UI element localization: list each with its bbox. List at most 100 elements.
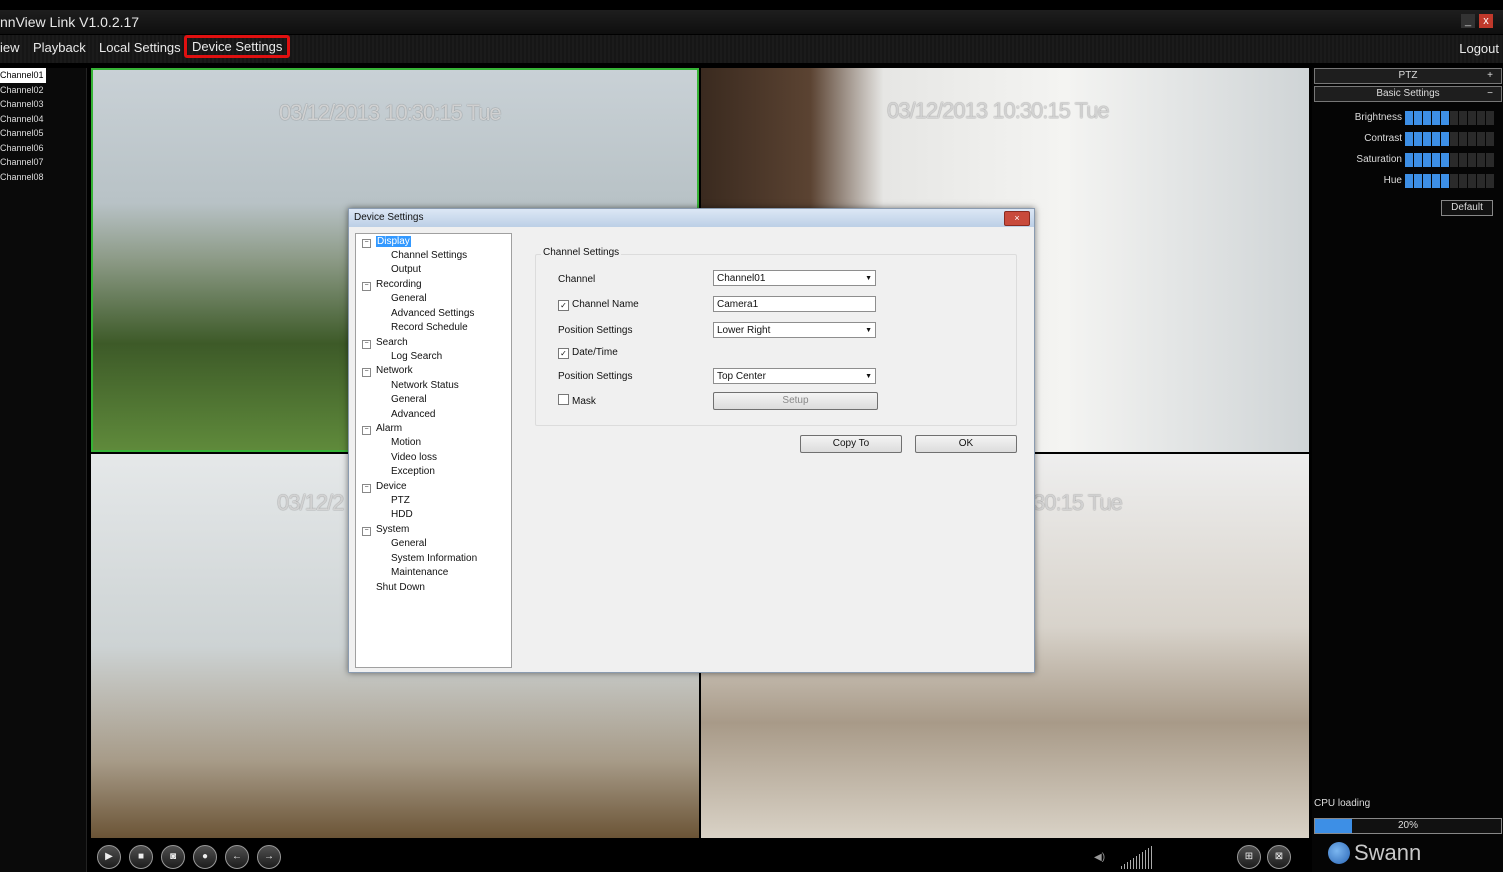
default-button[interactable]: Default <box>1441 200 1493 216</box>
slider-label: Saturation <box>1356 154 1402 165</box>
slider-segment <box>1405 111 1413 125</box>
tree-node-network[interactable]: − Network <box>362 365 413 377</box>
channel-item[interactable]: Channel02 <box>0 83 86 98</box>
fullscreen-icon[interactable]: ⊠ <box>1267 845 1291 869</box>
dialog-close-button[interactable]: × <box>1004 211 1030 226</box>
tree-node-network-general[interactable]: General <box>391 394 427 405</box>
slider-segment <box>1486 132 1494 146</box>
slider-segment <box>1450 111 1458 125</box>
mask-checkbox[interactable] <box>558 394 569 405</box>
chevron-down-icon: ▼ <box>865 373 872 380</box>
slider-label: Hue <box>1383 175 1402 186</box>
next-icon[interactable]: → <box>257 845 281 869</box>
slider-segment <box>1414 153 1422 167</box>
tree-node-log-search[interactable]: Log Search <box>391 351 442 362</box>
slider-segment <box>1423 174 1431 188</box>
tree-node-channel-settings[interactable]: Channel Settings <box>391 250 467 261</box>
channel-item[interactable]: Channel07 <box>0 155 86 170</box>
play-icon[interactable]: ▶ <box>97 845 121 869</box>
menu-device-settings[interactable]: Device Settings <box>184 35 291 58</box>
name-position-select[interactable]: Lower Right ▼ <box>713 322 876 338</box>
tree-node-maintenance[interactable]: Maintenance <box>391 567 448 578</box>
channel-item[interactable]: Channel04 <box>0 112 86 127</box>
brightness-slider-row: Brightness <box>1312 111 1503 125</box>
channel-item[interactable]: Channel03 <box>0 97 86 112</box>
tree-node-system-information[interactable]: System Information <box>391 553 477 564</box>
tree-node-video-loss[interactable]: Video loss <box>391 452 437 463</box>
datetime-checkbox-row[interactable]: ✓ Date/Time <box>558 347 618 359</box>
slider-segment <box>1405 132 1413 146</box>
tree-node-output[interactable]: Output <box>391 264 421 275</box>
slider-segment <box>1477 174 1485 188</box>
collapse-icon[interactable]: − <box>1487 87 1493 101</box>
menu-playback[interactable]: Playback <box>33 40 86 55</box>
cpu-loading-label: CPU loading <box>1314 798 1371 809</box>
tree-node-hdd[interactable]: HDD <box>391 509 413 520</box>
slider-segment <box>1450 132 1458 146</box>
slider-segment <box>1468 111 1476 125</box>
tree-node-recording[interactable]: − Recording <box>362 279 422 291</box>
close-window-button[interactable]: x <box>1479 14 1493 28</box>
slider-segment <box>1423 153 1431 167</box>
copy-to-button[interactable]: Copy To <box>800 435 902 453</box>
contrast-slider[interactable] <box>1405 132 1494 146</box>
mask-checkbox-row[interactable]: Mask <box>558 394 596 407</box>
datetime-position-select[interactable]: Top Center ▼ <box>713 368 876 384</box>
slider-segment <box>1432 111 1440 125</box>
tree-node-motion[interactable]: Motion <box>391 437 421 448</box>
tree-node-display[interactable]: − Display <box>362 236 411 248</box>
record-icon[interactable]: ● <box>193 845 217 869</box>
ptz-section-header[interactable]: PTZ + <box>1314 68 1502 84</box>
cpu-loading-text: 20% <box>1397 820 1418 831</box>
tree-node-alarm[interactable]: − Alarm <box>362 423 402 435</box>
camera-timestamp: 30:15 Tue <box>1033 490 1123 515</box>
tree-node-network-advanced[interactable]: Advanced <box>391 409 435 420</box>
hue-slider[interactable] <box>1405 174 1494 188</box>
basic-settings-header[interactable]: Basic Settings − <box>1314 86 1502 102</box>
stop-icon[interactable]: ■ <box>129 845 153 869</box>
channel-item[interactable]: Channel06 <box>0 141 86 156</box>
channel-item[interactable]: Channel01 <box>0 68 46 83</box>
channel-item[interactable]: Channel08 <box>0 170 86 185</box>
volume-slider[interactable] <box>1121 846 1152 869</box>
logout-button[interactable]: Logout <box>1459 41 1499 56</box>
tree-node-network-status[interactable]: Network Status <box>391 380 459 391</box>
slider-segment <box>1468 132 1476 146</box>
tree-node-exception[interactable]: Exception <box>391 466 435 477</box>
tree-node-advanced-settings[interactable]: Advanced Settings <box>391 308 474 319</box>
tree-node-search[interactable]: − Search <box>362 337 408 349</box>
datetime-checkbox[interactable]: ✓ <box>558 348 569 359</box>
layout-icon[interactable]: ⊞ <box>1237 845 1261 869</box>
slider-segment <box>1414 174 1422 188</box>
menu-local-settings[interactable]: Local Settings <box>99 40 181 55</box>
position-label-2: Position Settings <box>558 371 633 382</box>
snapshot-icon[interactable]: ◙ <box>161 845 185 869</box>
tree-node-record-schedule[interactable]: Record Schedule <box>391 322 468 333</box>
ok-button[interactable]: OK <box>915 435 1017 453</box>
tree-node-system[interactable]: − System <box>362 524 409 536</box>
app-title: nnView Link V1.0.2.17 <box>0 14 140 30</box>
channel-name-checkbox-row[interactable]: ✓ Channel Name <box>558 299 639 311</box>
channel-name-input[interactable]: Camera1 <box>713 296 876 312</box>
saturation-slider[interactable] <box>1405 153 1494 167</box>
tree-node-ptz[interactable]: PTZ <box>391 495 410 506</box>
channel-name-checkbox[interactable]: ✓ <box>558 300 569 311</box>
previous-icon[interactable]: ← <box>225 845 249 869</box>
slider-segment <box>1423 132 1431 146</box>
tree-node-device[interactable]: − Device <box>362 481 407 493</box>
camera-timestamp: 03/12/2013 10:30:15 Tue <box>279 100 502 125</box>
minimize-button[interactable]: _ <box>1461 14 1475 28</box>
tree-node-shut-down[interactable]: Shut Down <box>376 582 425 593</box>
chevron-down-icon: ▼ <box>865 275 872 282</box>
slider-segment <box>1432 132 1440 146</box>
device-settings-dialog: Device Settings × − Display Channel Setti… <box>348 208 1035 673</box>
channel-select[interactable]: Channel01 ▼ <box>713 270 876 286</box>
channel-item[interactable]: Channel05 <box>0 126 86 141</box>
menu-live-view[interactable]: iew <box>0 40 20 55</box>
tree-node-system-general[interactable]: General <box>391 538 427 549</box>
tree-node-recording-general[interactable]: General <box>391 293 427 304</box>
setup-button[interactable]: Setup <box>713 392 878 410</box>
volume-icon[interactable]: ◀) <box>1094 852 1105 863</box>
expand-icon[interactable]: + <box>1487 69 1493 83</box>
brightness-slider[interactable] <box>1405 111 1494 125</box>
